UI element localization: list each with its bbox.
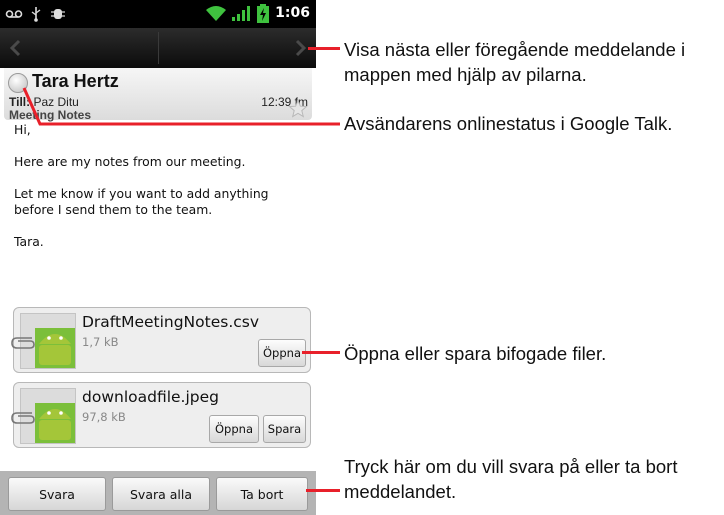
recipient-line: Till: Paz Ditu [9,95,79,109]
callout-line-nav [308,47,340,50]
status-bar: 1:06 [0,0,316,28]
callout-nav: Visa nästa eller föregående meddelande i… [344,39,686,85]
callout-actions: Tryck här om du vill svara på eller ta b… [344,456,678,502]
message-body: Hi, Here are my notes from our meeting. … [14,122,308,266]
to-label: Till: [9,95,31,109]
star-icon[interactable] [288,99,308,119]
action-bar: Svara Svara alla Ta bort [0,471,316,515]
recipient-name: Paz Ditu [33,95,79,109]
attachment-filename: downloadfile.jpeg [82,388,220,406]
status-time: 1:06 [275,5,310,21]
attachment-size: 97,8 kB [82,410,126,424]
voicemail-icon [5,10,23,18]
chevron-left-icon[interactable] [4,36,28,60]
attachment-size: 1,7 kB [82,335,119,349]
debug-icon [51,9,65,19]
paperclip-icon [11,412,35,424]
reply-button[interactable]: Svara [8,477,106,511]
paperclip-icon [11,337,35,349]
body-paragraph: Here are my notes from our meeting. [14,154,246,169]
phone-screen: 1:06 Tara Hertz Till: Paz Ditu 12:39 fm … [0,0,316,515]
message-header: Tara Hertz Till: Paz Ditu 12:39 fm Meeti… [4,68,312,122]
message-nav-bar [0,28,316,68]
open-attachment-button[interactable]: Öppna [258,339,306,367]
body-paragraph: Tara. [14,234,44,249]
message-subject: Meeting Notes [9,108,92,122]
signal-icon [232,6,250,21]
callout-line-actions [306,489,340,492]
callout-attachments: Öppna eller spara bifogade filer. [344,343,607,364]
sender-name[interactable]: Tara Hertz [32,71,119,92]
callout-line-attachments [302,351,340,354]
wifi-icon [206,6,226,21]
open-attachment-button[interactable]: Öppna [209,415,259,443]
nav-divider [158,32,159,64]
usb-icon [31,7,41,22]
attachment-item: DraftMeetingNotes.csv 1,7 kB Öppna [11,307,311,373]
delete-button[interactable]: Ta bort [216,477,308,511]
callout-status: Avsändarens onlinestatus i Google Talk. [344,113,673,134]
battery-charging-icon [257,4,269,23]
save-attachment-button[interactable]: Spara [263,415,306,443]
reply-all-button[interactable]: Svara alla [112,477,210,511]
attachment-item: downloadfile.jpeg 97,8 kB Öppna Spara [11,382,311,448]
presence-status-icon [8,73,28,93]
body-paragraph: Let me know if you want to add anything … [14,186,269,217]
body-paragraph: Hi, [14,122,31,137]
attachment-filename: DraftMeetingNotes.csv [82,313,260,331]
